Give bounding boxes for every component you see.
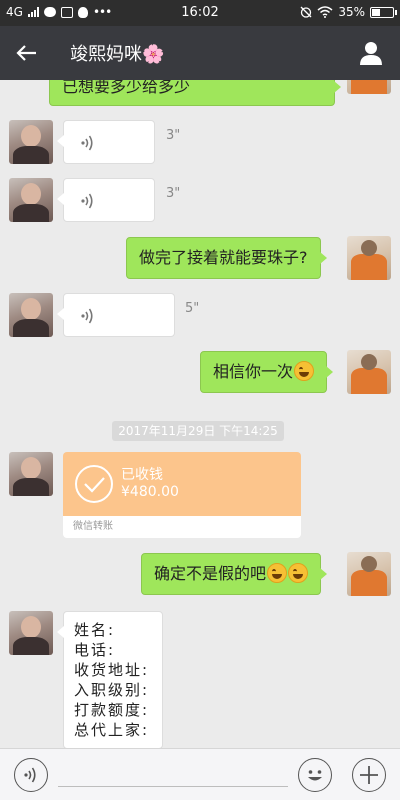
voice-wave-icon [81, 135, 93, 151]
check-circle-icon [75, 465, 113, 503]
transfer-card-top: 已收钱 ¥480.00 [63, 452, 301, 516]
battery-icon [370, 6, 397, 18]
transfer-amount: ¥480.00 [121, 484, 179, 500]
avatar-self[interactable] [347, 80, 391, 94]
status-right: 35% [300, 5, 397, 19]
message-bubble-self[interactable]: 做完了接着就能要珠子? [126, 237, 326, 279]
voice-duration: 5" [185, 301, 200, 316]
form-line-level: 入职级别: [74, 681, 150, 699]
chat-header: 竣熙妈咪🌸 [0, 26, 400, 80]
alarm-off-icon [300, 6, 312, 18]
form-line-upline: 总代上家: [74, 721, 150, 739]
avatar-other[interactable] [9, 293, 53, 337]
message-bubble-self[interactable]: 确定不是假的吧 [141, 553, 328, 595]
avatar-other[interactable] [9, 611, 53, 655]
status-bar: 4G ••• 16:02 35% [0, 0, 400, 26]
avatar-self[interactable] [347, 236, 391, 280]
back-button[interactable] [10, 36, 44, 70]
message-bubble-self[interactable]: 相信你一次 [200, 351, 334, 393]
message-text: 确定不是假的吧 [154, 564, 267, 583]
avatar-self[interactable] [347, 350, 391, 394]
laughing-emoji-icon [267, 563, 288, 583]
battery-percent: 35% [338, 5, 365, 19]
form-line-amount: 打款额度: [74, 701, 150, 719]
wifi-icon [317, 6, 333, 18]
voice-input-icon [24, 767, 36, 783]
laughing-emoji-icon [288, 563, 309, 583]
message-bubble-self[interactable]: 已想要多少给多少 [49, 80, 341, 106]
back-arrow-icon [16, 45, 36, 61]
form-line-phone: 电话: [74, 641, 116, 659]
chat-info-button[interactable] [356, 38, 386, 68]
voice-message[interactable] [57, 293, 175, 337]
form-line-address: 收货地址: [74, 661, 150, 679]
message-list[interactable]: 已想要多少给多少 3" 3" 做完了接着就能要珠子? 5" 相信你一次 2017… [0, 80, 400, 748]
timestamp-divider: 2017年11月29日 下午14:25 [112, 421, 284, 441]
avatar-self[interactable] [347, 552, 391, 596]
emoji-icon [308, 770, 322, 781]
message-text: 做完了接着就能要珠子? [139, 248, 308, 267]
transfer-footer: 微信转账 [63, 516, 301, 538]
emoji-button[interactable] [298, 758, 332, 792]
voice-wave-icon [81, 308, 93, 324]
message-bubble-other[interactable]: 姓名: 电话: 收货地址: 入职级别: 打款额度: 总代上家: [57, 611, 163, 748]
voice-input-button[interactable] [14, 758, 48, 792]
message-text: 相信你一次 [213, 362, 294, 381]
message-text: 已想要多少给多少 [62, 80, 191, 96]
voice-wave-icon [81, 193, 93, 209]
avatar-other[interactable] [9, 120, 53, 164]
person-icon [360, 42, 382, 65]
form-line-name: 姓名: [74, 621, 116, 639]
voice-duration: 3" [166, 186, 181, 201]
avatar-other[interactable] [9, 178, 53, 222]
more-actions-button[interactable] [352, 758, 386, 792]
avatar-other[interactable] [9, 452, 53, 496]
voice-message[interactable] [57, 120, 155, 164]
input-bar [0, 748, 400, 800]
laughing-emoji-icon [294, 361, 315, 381]
chat-title: 竣熙妈咪🌸 [70, 44, 165, 65]
voice-message[interactable] [57, 178, 155, 222]
plus-icon [360, 766, 378, 784]
money-transfer-card[interactable]: 已收钱 ¥480.00 微信转账 [63, 452, 301, 538]
message-input[interactable] [58, 786, 288, 787]
transfer-status: 已收钱 [121, 467, 163, 483]
voice-duration: 3" [166, 128, 181, 143]
